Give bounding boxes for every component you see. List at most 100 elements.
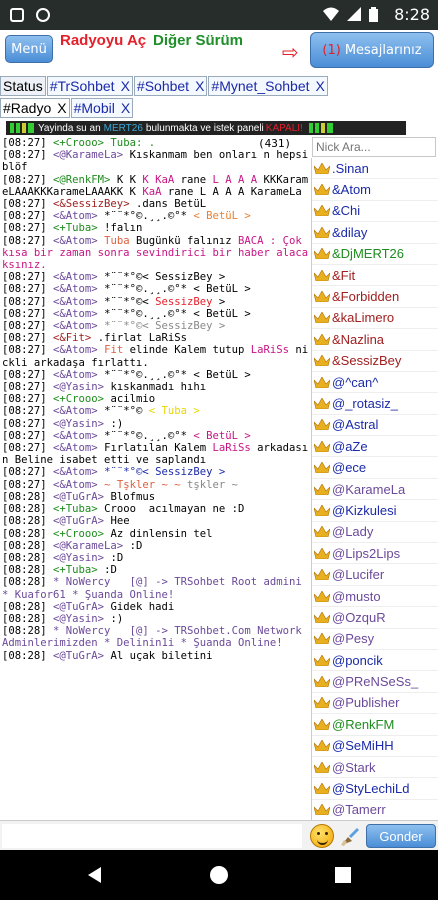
chat-line-part: <&Atom> <box>53 295 105 308</box>
user-list-item[interactable]: &SessizBey <box>312 351 438 372</box>
user-list-item[interactable]: @SeMiHH <box>312 736 438 757</box>
user-list-item[interactable]: &kaLimero <box>312 308 438 330</box>
chat-line-part: :) <box>110 417 124 430</box>
tab-status[interactable]: Status <box>0 76 46 96</box>
chat-line-part: [08:27] <box>2 210 54 223</box>
home-icon[interactable] <box>210 866 228 884</box>
chat-line-part: <@RenkFM> <box>53 173 117 186</box>
user-list-item[interactable]: @OzquR <box>312 607 438 629</box>
back-icon[interactable] <box>88 867 101 883</box>
tab-row-2: #Radyo X #Mobil X <box>0 98 438 118</box>
user-list-item[interactable]: @KarameLa <box>312 479 438 501</box>
chat-line-part: [08:28] <box>2 551 54 564</box>
user-list-item[interactable]: @RenkFM <box>312 714 438 736</box>
chat-line: [08:28] <@TuGrA> Hee <box>2 515 311 527</box>
user-list-item[interactable]: &Fit <box>312 265 438 287</box>
chat-line-part: [08:27] <box>2 344 54 357</box>
user-list-item[interactable]: @poncik <box>312 650 438 672</box>
crown-icon <box>314 654 330 666</box>
user-list-item[interactable]: @Lucifer <box>312 564 438 586</box>
user-name: &dilay <box>332 224 368 240</box>
chat-line-part: [08:27] <box>2 295 54 308</box>
crown-icon <box>314 547 330 559</box>
chat-line-part: [08:28] <box>2 600 54 613</box>
tab-sohbet[interactable]: #Sohbet X <box>133 76 208 96</box>
user-list-item[interactable]: &dilay <box>312 222 438 244</box>
tab-label: #TrSohbet <box>49 78 115 94</box>
user-name: @_rotasiz_ <box>332 395 398 411</box>
chat-line: [08:27] <&Atom> ~ Tşkler ~ ~ tşkler ~ <box>2 479 311 491</box>
user-list-item[interactable]: @Astral <box>312 415 438 437</box>
user-list-item[interactable]: @PReNSeSs_ <box>312 671 438 693</box>
chat-line-part: <&Atom> <box>53 478 105 491</box>
banner-dj: MERT26 <box>103 122 143 134</box>
user-name: @Kizkulesi <box>332 502 397 518</box>
user-list-item[interactable]: &Atom <box>312 179 438 201</box>
user-list-item[interactable]: @Stark <box>312 757 438 779</box>
menu-button[interactable]: Menü <box>5 35 53 63</box>
chat-line: [08:28] * NoWercy [@] -> TRSohbet.Com Ne… <box>2 625 311 649</box>
user-list-item[interactable]: &Nazlina <box>312 329 438 351</box>
messages-button[interactable]: (1) Mesajlarınız <box>310 32 434 68</box>
radio-open-link[interactable]: Radyoyu Aç <box>60 32 146 49</box>
tab-close-button[interactable]: X <box>57 100 66 116</box>
chat-line-part: Bugünkü falınız <box>135 234 239 247</box>
chat-line-part: <&Atom> <box>53 283 105 296</box>
tab-label: Status <box>3 78 43 94</box>
chat-line-part: [08:27] <box>2 173 54 186</box>
chat-line-part: [08:28] <box>2 649 54 662</box>
other-version-link[interactable]: Diğer Sürüm <box>153 32 243 49</box>
user-list-item[interactable]: @Kizkulesi <box>312 500 438 522</box>
crown-icon <box>314 804 330 816</box>
chat-line-part: <&Atom> <box>53 429 105 442</box>
chat-line-part: [08:27] <box>2 429 54 442</box>
user-list-item[interactable]: @ece <box>312 457 438 479</box>
tab-close-button[interactable]: X <box>316 78 325 94</box>
chat-line: [08:27] <+Tuba> !falın <box>2 222 311 234</box>
chat-line-part: [08:27] <box>2 381 54 394</box>
chat-line-part: *¨¨*°©< SessizBey > <box>104 271 226 284</box>
brush-icon[interactable] <box>338 825 360 847</box>
signal-icon <box>347 7 361 21</box>
tab-trsohbet[interactable]: #TrSohbet X <box>46 76 133 96</box>
user-list-item[interactable]: @_rotasiz_ <box>312 393 438 415</box>
chat-line-part: *¨¨*°©.¸¸.©°* < BetüL > <box>104 283 251 296</box>
chat-line: [08:27] <@Yasin> kıskanmadı hıhı <box>2 381 311 393</box>
tab-radyo[interactable]: #Radyo X <box>0 98 70 118</box>
chat-line: [08:27] <&Fit> .firlat LaRiSs <box>2 332 311 344</box>
chat-line-part: <&Atom> <box>53 210 105 223</box>
user-list-item[interactable]: @aZe <box>312 436 438 458</box>
chat-line-part: rane <box>180 173 213 186</box>
user-list-item[interactable]: .Sinan <box>312 158 438 180</box>
user-name: @Astral <box>332 417 379 433</box>
user-list[interactable]: .Sinan &Atom &Chi &dilay &DjMERT26 &Fit &Forbi… <box>311 158 438 820</box>
tab-close-button[interactable]: X <box>195 78 204 94</box>
user-list-item[interactable]: @StyLechiLd <box>312 778 438 800</box>
nick-search-input[interactable] <box>312 137 436 157</box>
chat-line: [08:28] <@KarameLa> :D <box>2 540 311 552</box>
user-list-item[interactable]: &DjMERT26 <box>312 244 438 265</box>
user-name: @Pesy <box>332 631 375 647</box>
tab-mynetsohbet[interactable]: #Mynet_Sohbet X <box>208 76 328 96</box>
tab-close-button[interactable]: X <box>121 100 130 116</box>
chat-line-part: K <box>142 173 156 186</box>
user-list-item[interactable]: @Lady <box>312 522 438 544</box>
chat-line-part: <@TuGrA> <box>53 515 111 528</box>
message-input[interactable] <box>2 824 302 848</box>
tab-mobil[interactable]: #Mobil X <box>70 98 134 118</box>
user-list-item[interactable]: &Forbidden <box>312 286 438 308</box>
user-list-item[interactable]: @Publisher <box>312 693 438 715</box>
user-list-item[interactable]: @Tamerr <box>312 800 438 820</box>
user-list-item[interactable]: @musto <box>312 586 438 608</box>
chat-line-part: :D <box>129 539 143 552</box>
user-list-item[interactable]: &Chi <box>312 201 438 223</box>
emoji-icon[interactable] <box>310 824 334 848</box>
user-list-item[interactable]: @^can^ <box>312 372 438 394</box>
chat-line-part: [08:27] <box>2 234 54 247</box>
user-list-item[interactable]: @Pesy <box>312 629 438 650</box>
send-button[interactable]: Gonder <box>366 824 436 848</box>
user-list-item[interactable]: @Lips2Lips <box>312 543 438 565</box>
recents-icon[interactable] <box>335 867 351 883</box>
chat-log[interactable]: [08:27] <+Crooo> Tuba: . [08:27] <@Karame… <box>0 137 311 820</box>
tab-close-button[interactable]: X <box>121 78 130 94</box>
